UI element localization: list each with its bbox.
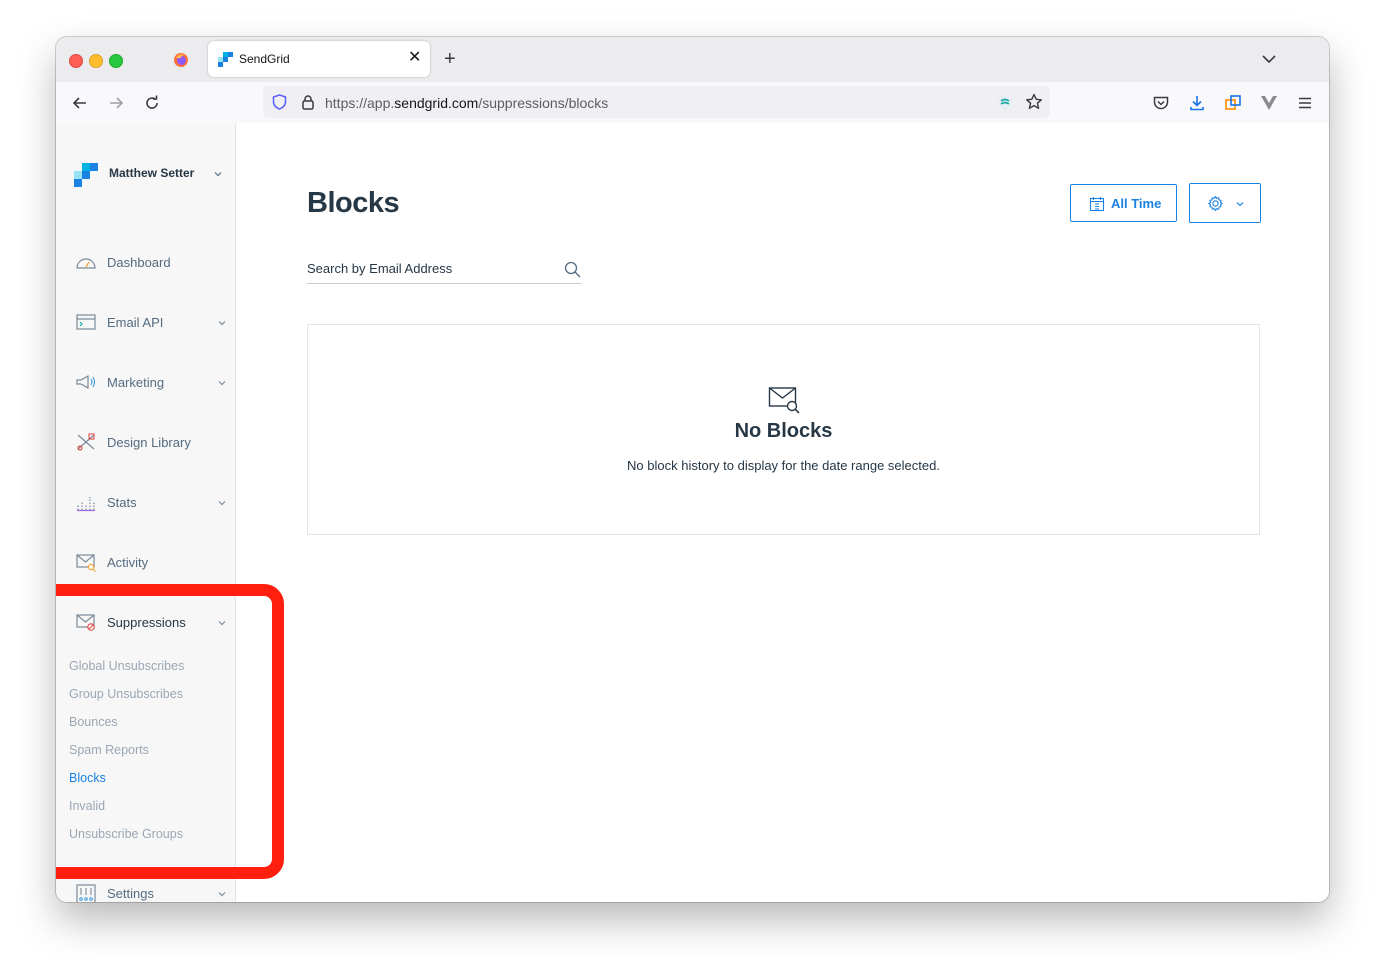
close-tab-icon[interactable]: ✕ [408, 50, 421, 66]
bookmark-star-icon[interactable] [1025, 93, 1043, 111]
zoom-window-button[interactable] [109, 54, 123, 68]
multi-account-containers-icon[interactable] [1224, 94, 1242, 112]
sendgrid-favicon-icon [218, 52, 233, 67]
stats-icon [77, 497, 95, 512]
new-tab-button[interactable]: + [444, 49, 456, 69]
chevron-down-icon [218, 381, 226, 386]
pocket-icon[interactable] [1152, 94, 1170, 112]
email-api-icon [76, 314, 96, 330]
sidebar-item-settings[interactable]: Settings [56, 878, 235, 902]
sidebar-item-stats[interactable]: Stats [56, 487, 235, 517]
gear-icon [1208, 195, 1223, 212]
sidebar-item-label: Marketing [107, 375, 165, 390]
hamburger-menu-icon[interactable] [1296, 94, 1314, 112]
chevron-down-icon [218, 321, 226, 326]
minimize-window-button[interactable] [89, 54, 103, 68]
email-search [307, 253, 582, 284]
address-bar[interactable]: https://app.sendgrid.com/suppressions/bl… [263, 86, 1050, 118]
design-library-icon [77, 433, 95, 451]
downloads-icon[interactable] [1188, 94, 1206, 112]
sidebar-item-email-api[interactable]: Email API [56, 307, 235, 337]
account-name[interactable]: Matthew Setter [109, 166, 194, 180]
forward-arrow-icon[interactable] [107, 94, 125, 112]
empty-state-panel: No Blocks No block history to display fo… [307, 324, 1260, 535]
page-title: Blocks [307, 187, 400, 219]
page-content: Matthew Setter Dashboard Email API Marke… [56, 123, 1329, 902]
chevron-down-icon [1236, 202, 1244, 207]
mail-search-icon [768, 387, 800, 414]
dashboard-icon [76, 258, 96, 269]
date-range-button[interactable]: All Time [1070, 184, 1177, 222]
sidebar-item-label: Stats [107, 495, 137, 510]
sidebar-item-label: Activity [107, 555, 149, 570]
list-tabs-chevron-icon[interactable] [1261, 51, 1277, 67]
sidebar-item-label: Settings [107, 886, 154, 901]
sidebar-item-activity[interactable]: Activity [56, 547, 235, 577]
date-range-label: All Time [1111, 196, 1162, 211]
firefox-icon[interactable] [173, 52, 189, 68]
browser-window: SendGrid ✕ + https://app.sendgrid.com/su… [56, 37, 1329, 902]
url-text[interactable]: https://app.sendgrid.com/suppressions/bl… [325, 95, 608, 111]
account-chevron-down-icon[interactable] [214, 170, 222, 178]
megaphone-icon [76, 374, 96, 390]
sidebar-item-label: Design Library [107, 435, 191, 450]
calendar-icon [1089, 197, 1105, 212]
sidebar-item-label: Email API [107, 315, 164, 330]
empty-state-title: No Blocks [734, 420, 833, 442]
search-input[interactable] [307, 261, 557, 276]
vue-devtools-icon[interactable] [1260, 94, 1278, 112]
navigation-bar: https://app.sendgrid.com/suppressions/bl… [56, 82, 1329, 124]
settings-dropdown-button[interactable] [1189, 183, 1261, 223]
sendgrid-logo-icon [74, 163, 98, 187]
back-arrow-icon[interactable] [71, 94, 89, 112]
sidebar-item-dashboard[interactable]: Dashboard [56, 247, 235, 277]
sidebar-item-marketing[interactable]: Marketing [56, 367, 235, 397]
settings-icon [76, 884, 96, 902]
close-window-button[interactable] [69, 54, 83, 68]
tab-strip: SendGrid ✕ + [56, 37, 1329, 82]
tracking-protection-shield-icon[interactable] [272, 94, 287, 110]
tab-title: SendGrid [239, 52, 290, 66]
empty-state-message: No block history to display for the date… [627, 458, 940, 473]
tab-sendgrid[interactable]: SendGrid ✕ [208, 41, 430, 77]
search-icon[interactable] [564, 261, 581, 278]
extension-icon[interactable] [997, 94, 1013, 110]
activity-icon [76, 554, 96, 572]
lock-icon[interactable] [301, 94, 315, 110]
chevron-down-icon [218, 501, 226, 506]
annotation-highlight-box [56, 584, 284, 879]
sidebar-item-label: Dashboard [107, 255, 171, 270]
sidebar-item-design-library[interactable]: Design Library [56, 427, 235, 457]
reload-icon[interactable] [143, 94, 161, 112]
chevron-down-icon [218, 892, 226, 897]
